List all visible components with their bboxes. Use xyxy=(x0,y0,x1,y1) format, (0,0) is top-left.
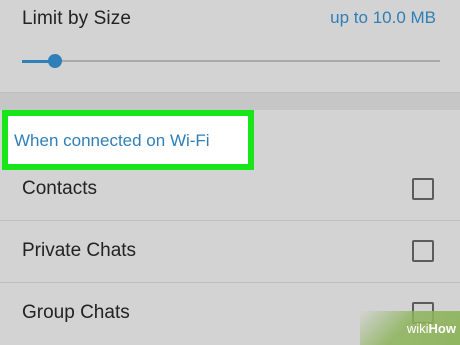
section-divider xyxy=(0,92,460,111)
slider-track xyxy=(22,60,440,62)
limit-by-size-label: Limit by Size xyxy=(22,8,132,29)
size-limit-section: Limit by Size up to 10.0 MB xyxy=(0,0,460,92)
size-limit-value: up to 10.0 MB xyxy=(330,8,436,27)
wikihow-watermark: wiki How xyxy=(407,315,456,341)
watermark-wiki: wiki xyxy=(406,320,429,336)
contacts-checkbox[interactable] xyxy=(412,178,434,200)
auto-download-settings-screen: Limit by Size up to 10.0 MB When connect… xyxy=(0,0,460,345)
pref-label-contacts: Contacts xyxy=(22,178,97,199)
size-limit-slider[interactable] xyxy=(22,54,440,68)
pref-row-private-chats[interactable]: Private Chats xyxy=(0,220,460,282)
private-chats-checkbox[interactable] xyxy=(412,240,434,262)
slider-thumb[interactable] xyxy=(48,54,63,68)
pref-label-group-chats: Group Chats xyxy=(22,302,130,323)
pref-row-contacts[interactable]: Contacts xyxy=(0,158,460,220)
wifi-section-header: When connected on Wi-Fi xyxy=(14,131,210,150)
watermark-how: How xyxy=(428,320,456,336)
pref-label-private-chats: Private Chats xyxy=(22,240,137,261)
wifi-section: When connected on Wi-Fi Contacts Private… xyxy=(0,110,460,345)
